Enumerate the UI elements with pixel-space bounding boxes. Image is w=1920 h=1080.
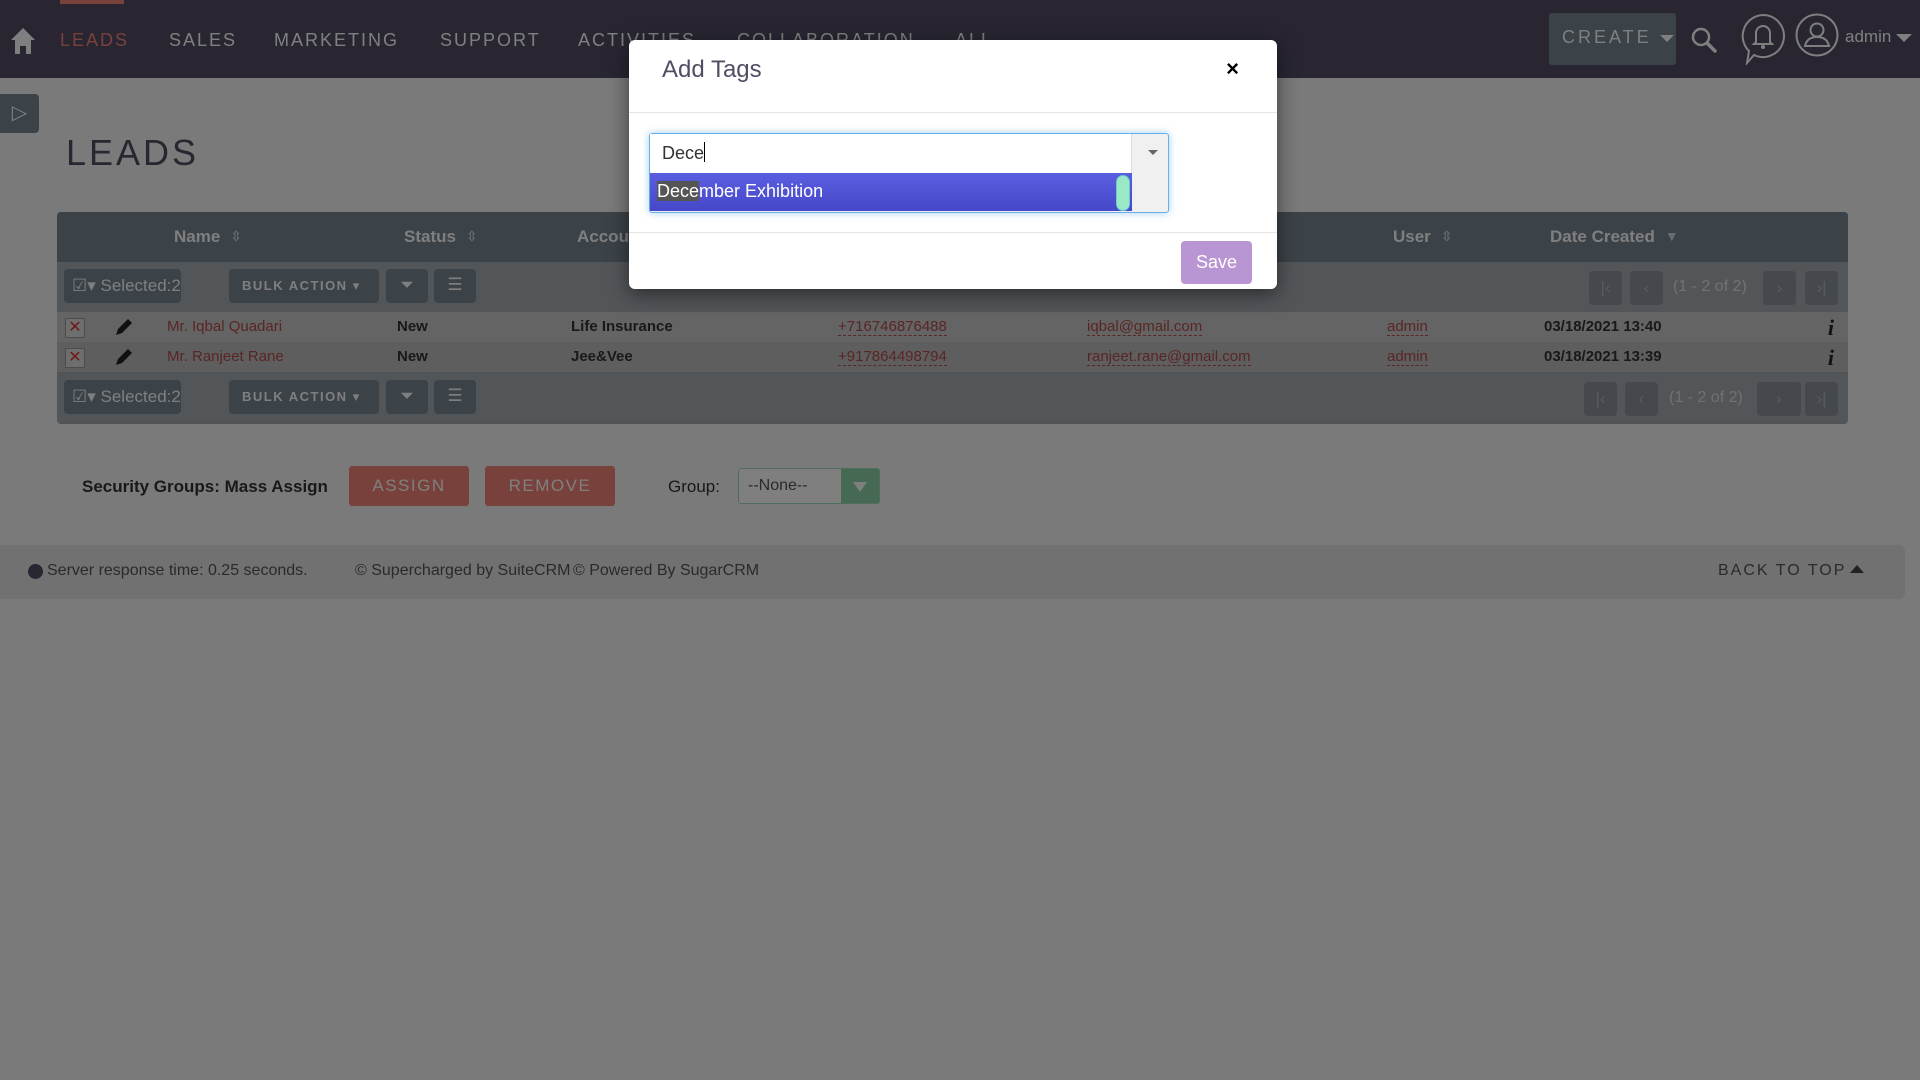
suggestion-scrollbar[interactable] bbox=[1116, 175, 1130, 211]
close-icon[interactable]: × bbox=[1226, 56, 1239, 82]
tag-search-input[interactable]: Dece bbox=[650, 134, 1132, 173]
text-cursor bbox=[704, 142, 706, 162]
save-button[interactable]: Save bbox=[1181, 241, 1252, 284]
add-tags-modal: Add Tags × Dece December Exhibition Save bbox=[629, 40, 1277, 289]
divider bbox=[629, 232, 1277, 233]
divider bbox=[629, 112, 1277, 113]
modal-title: Add Tags bbox=[662, 56, 762, 83]
tag-combobox[interactable]: Dece December Exhibition bbox=[649, 133, 1169, 213]
suggestion-match: Dece bbox=[657, 181, 700, 201]
tag-input-value: Dece bbox=[662, 143, 705, 163]
chevron-down-icon[interactable] bbox=[1148, 150, 1158, 155]
tag-suggestion-item[interactable]: December Exhibition bbox=[650, 173, 1132, 211]
suggestion-rest: mber Exhibition bbox=[699, 181, 824, 201]
